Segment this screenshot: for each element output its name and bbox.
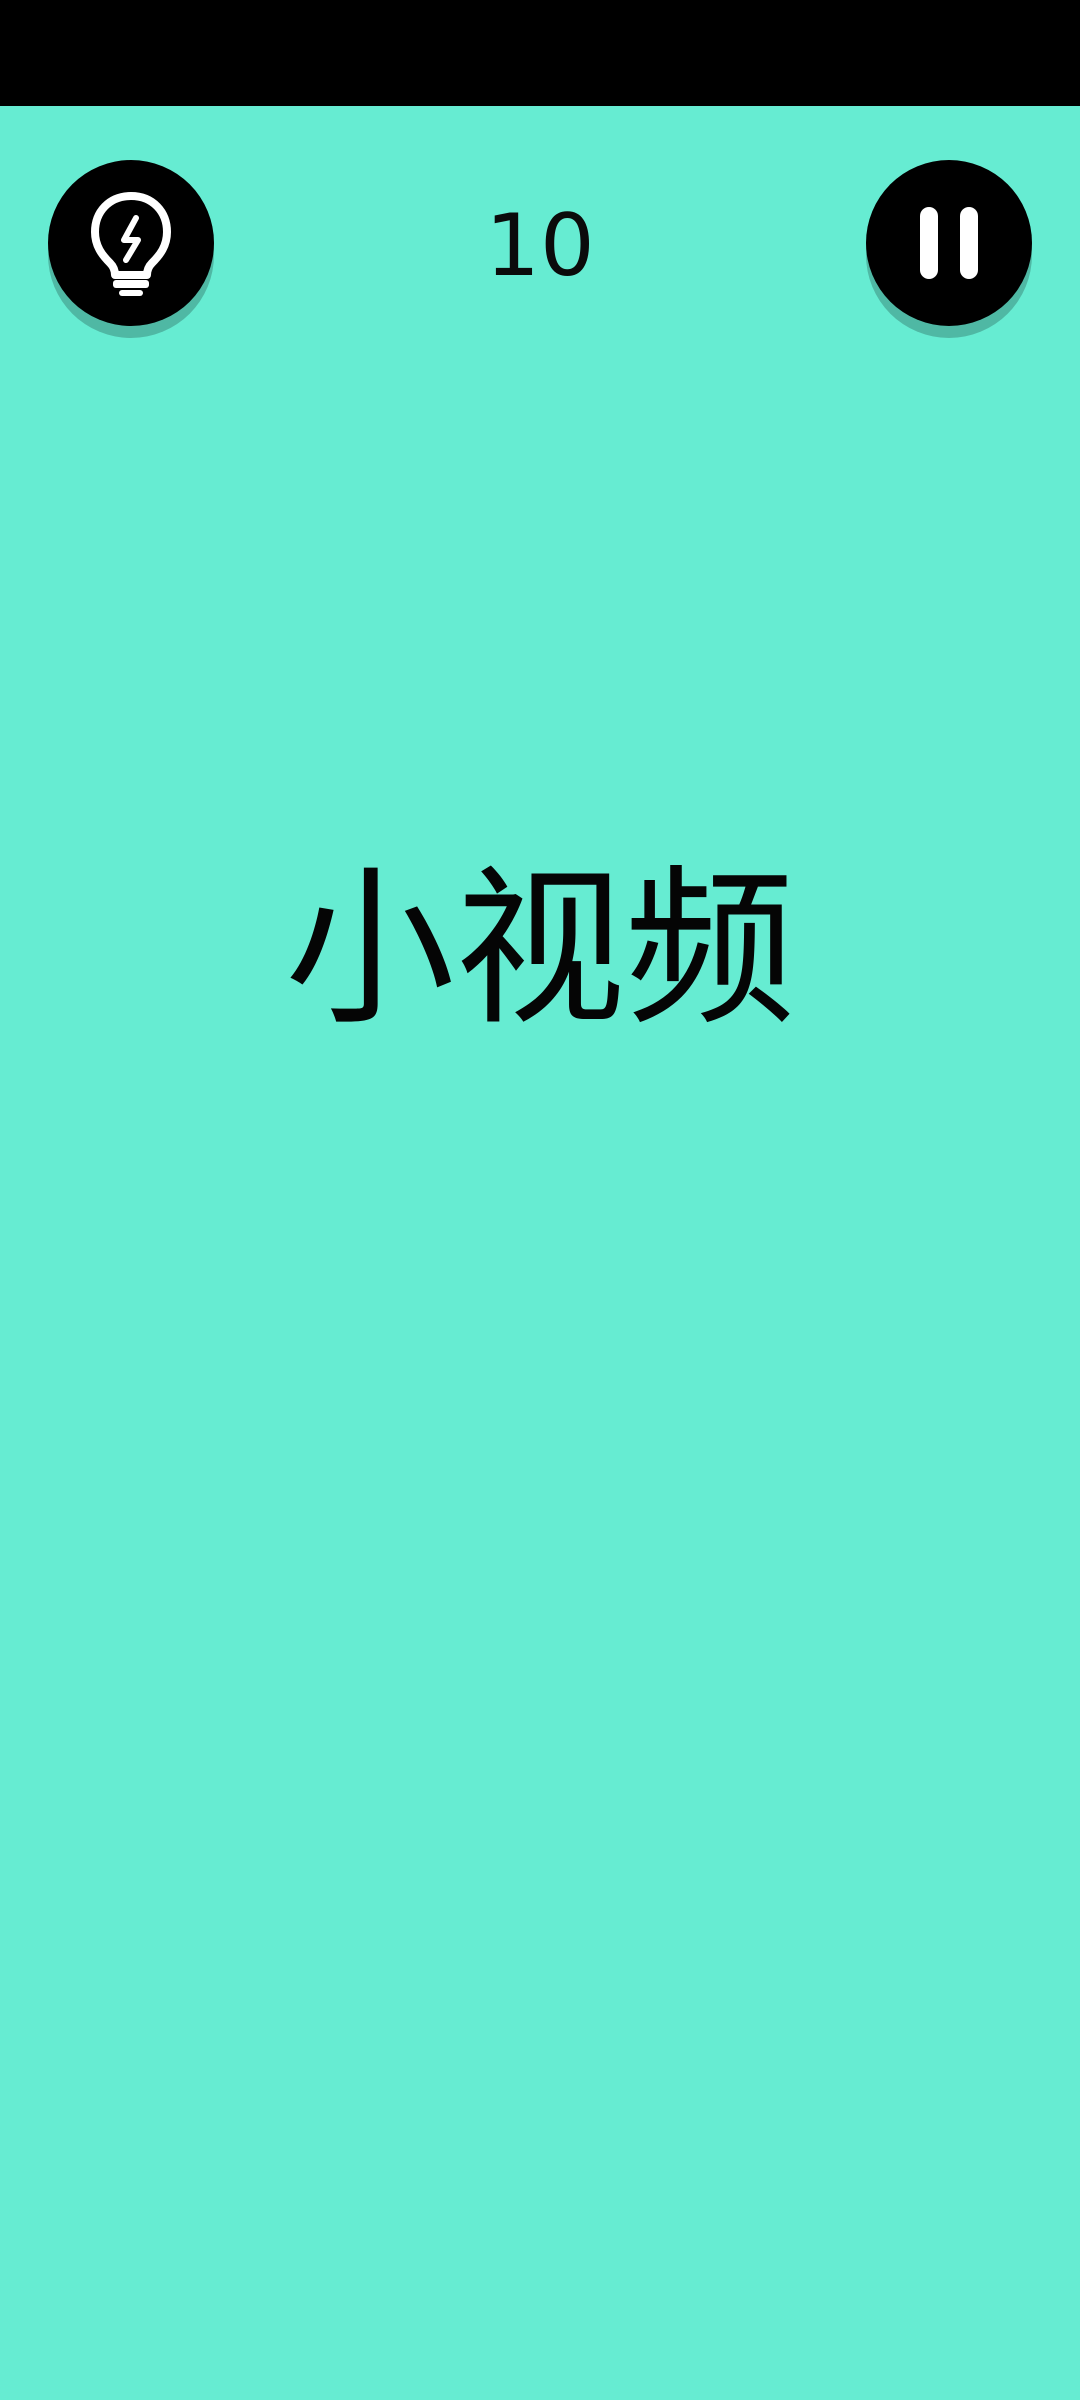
lightbulb-icon: [81, 188, 181, 298]
pause-button[interactable]: [866, 160, 1032, 326]
prompt-word: 小视频: [284, 851, 795, 1049]
pause-icon: [914, 203, 984, 283]
game-area: [0, 106, 1080, 2400]
counter-display: 10: [485, 196, 595, 296]
status-bar: [0, 0, 1080, 106]
hint-button[interactable]: [48, 160, 214, 326]
